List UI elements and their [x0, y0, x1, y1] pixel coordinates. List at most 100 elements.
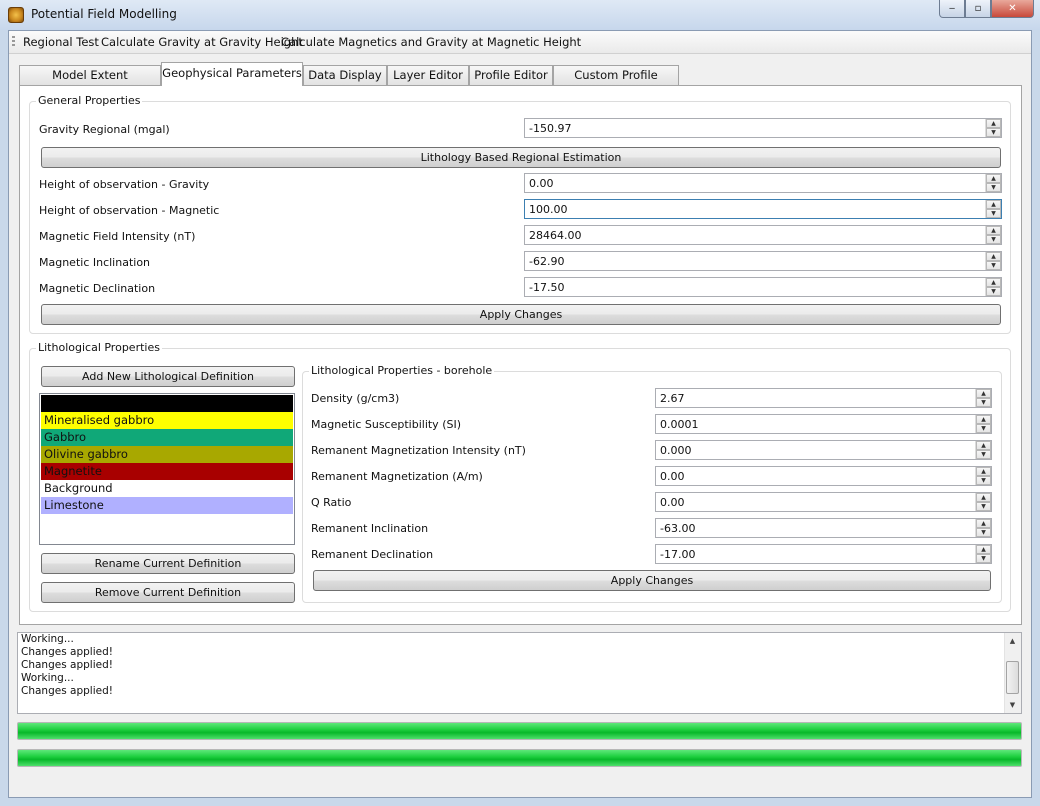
rem-am-stepper[interactable]: ▲ ▼	[975, 467, 991, 485]
window-title: Potential Field Modelling	[31, 7, 177, 21]
lithology-list[interactable]: Mineralised gabbro Gabbro Olivine gabbro Ma…	[39, 393, 295, 545]
magnetic-declination-stepper[interactable]: ▲ ▼	[985, 278, 1001, 296]
tab-profile-editor[interactable]: Profile Editor	[469, 65, 553, 85]
lithology-list-item[interactable]: Limestone	[41, 497, 293, 514]
height-gravity-stepper[interactable]: ▲ ▼	[985, 174, 1001, 192]
status-log[interactable]: Working... Changes applied! Changes applie…	[17, 632, 1022, 714]
spin-down-icon[interactable]: ▼	[976, 554, 991, 563]
add-lithological-definition-button[interactable]: Add New Lithological Definition	[41, 366, 295, 387]
minimize-button[interactable]: ‒	[939, 0, 965, 18]
spin-up-icon[interactable]: ▲	[986, 278, 1001, 287]
borehole-apply-changes-button[interactable]: Apply Changes	[313, 570, 991, 591]
rem-intensity-value: 0.000	[660, 444, 692, 457]
q-ratio-stepper[interactable]: ▲ ▼	[975, 493, 991, 511]
tab-geophysical-parameters[interactable]: Geophysical Parameters	[161, 62, 303, 86]
app-icon	[8, 7, 24, 23]
spin-down-icon[interactable]: ▼	[976, 476, 991, 485]
rem-inclination-label: Remanent Inclination	[311, 522, 429, 535]
spin-up-icon[interactable]: ▲	[976, 467, 991, 476]
magnetic-inclination-value: -62.90	[529, 255, 565, 268]
spin-up-icon[interactable]: ▲	[986, 226, 1001, 235]
field-intensity-stepper[interactable]: ▲ ▼	[985, 226, 1001, 244]
spin-up-icon[interactable]: ▲	[976, 389, 991, 398]
spin-down-icon[interactable]: ▼	[976, 528, 991, 537]
field-intensity-label: Magnetic Field Intensity (nT)	[39, 230, 196, 243]
rem-declination-label: Remanent Declination	[311, 548, 434, 561]
title-bar: Potential Field Modelling ‒ ▫ ✕	[0, 0, 1040, 30]
tab-data-display[interactable]: Data Display	[303, 65, 387, 85]
general-properties-group: General Properties Gravity Regional (mga…	[29, 94, 1011, 334]
spin-down-icon[interactable]: ▼	[986, 209, 1001, 218]
rem-declination-stepper[interactable]: ▲ ▼	[975, 545, 991, 563]
density-stepper[interactable]: ▲ ▼	[975, 389, 991, 407]
menu-calc-gravity[interactable]: Calculate Gravity at Gravity Height	[101, 35, 303, 49]
scroll-up-icon[interactable]: ▲	[1007, 635, 1018, 647]
susceptibility-field[interactable]: 0.0001 ▲ ▼	[655, 414, 992, 434]
menu-bar: Regional Test Calculate Gravity at Gravi…	[9, 31, 1031, 54]
density-field[interactable]: 2.67 ▲ ▼	[655, 388, 992, 408]
lithology-list-item[interactable]: Olivine gabbro	[41, 446, 293, 463]
menu-regional-test[interactable]: Regional Test	[23, 35, 99, 49]
progress-bar-1	[17, 722, 1022, 740]
height-gravity-field[interactable]: 0.00 ▲ ▼	[524, 173, 1002, 193]
spin-down-icon[interactable]: ▼	[986, 235, 1001, 244]
log-lines: Working... Changes applied! Changes applie…	[18, 633, 1021, 698]
magnetic-declination-field[interactable]: -17.50 ▲ ▼	[524, 277, 1002, 297]
rem-inclination-field[interactable]: -63.00 ▲ ▼	[655, 518, 992, 538]
rem-intensity-field[interactable]: 0.000 ▲ ▼	[655, 440, 992, 460]
height-magnetic-stepper[interactable]: ▲ ▼	[985, 200, 1001, 218]
rem-intensity-stepper[interactable]: ▲ ▼	[975, 441, 991, 459]
spin-up-icon[interactable]: ▲	[986, 200, 1001, 209]
gravity-regional-stepper[interactable]: ▲ ▼	[985, 119, 1001, 137]
rem-declination-field[interactable]: -17.00 ▲ ▼	[655, 544, 992, 564]
minimize-icon: ‒	[948, 3, 956, 14]
tab-custom-profile-viewer[interactable]: Custom Profile Viewer	[553, 65, 679, 101]
gravity-regional-field[interactable]: -150.97 ▲ ▼	[524, 118, 1002, 138]
tab-model-extent-parameters[interactable]: Model Extent Parameters	[19, 65, 161, 101]
lithology-list-item[interactable]	[41, 395, 293, 412]
spin-down-icon[interactable]: ▼	[986, 287, 1001, 296]
spin-up-icon[interactable]: ▲	[976, 519, 991, 528]
spin-up-icon[interactable]: ▲	[976, 415, 991, 424]
magnetic-inclination-field[interactable]: -62.90 ▲ ▼	[524, 251, 1002, 271]
susceptibility-stepper[interactable]: ▲ ▼	[975, 415, 991, 433]
log-scrollbar[interactable]: ▲ ▼	[1004, 633, 1021, 713]
spin-up-icon[interactable]: ▲	[976, 493, 991, 502]
height-magnetic-field[interactable]: 100.00 ▲ ▼	[524, 199, 1002, 219]
lithology-list-item[interactable]: Background	[41, 480, 293, 497]
general-properties-title: General Properties	[36, 94, 143, 107]
spin-down-icon[interactable]: ▼	[976, 398, 991, 407]
spin-up-icon[interactable]: ▲	[986, 119, 1001, 128]
general-apply-changes-button[interactable]: Apply Changes	[41, 304, 1001, 325]
remove-definition-button[interactable]: Remove Current Definition	[41, 582, 295, 603]
close-button[interactable]: ✕	[991, 0, 1034, 18]
tab-layer-editor[interactable]: Layer Editor	[387, 65, 469, 85]
scroll-thumb[interactable]	[1006, 661, 1019, 694]
lithology-list-item[interactable]: Gabbro	[41, 429, 293, 446]
magnetic-inclination-stepper[interactable]: ▲ ▼	[985, 252, 1001, 270]
magnetic-inclination-label: Magnetic Inclination	[39, 256, 151, 269]
gravity-regional-label: Gravity Regional (mgal)	[39, 123, 170, 136]
spin-up-icon[interactable]: ▲	[976, 545, 991, 554]
spin-up-icon[interactable]: ▲	[976, 441, 991, 450]
spin-down-icon[interactable]: ▼	[986, 128, 1001, 137]
maximize-button[interactable]: ▫	[965, 0, 991, 18]
toolbar-grip-icon[interactable]	[12, 36, 15, 48]
lithology-list-item[interactable]: Magnetite	[41, 463, 293, 480]
spin-down-icon[interactable]: ▼	[976, 502, 991, 511]
scroll-down-icon[interactable]: ▼	[1007, 699, 1018, 711]
spin-down-icon[interactable]: ▼	[986, 183, 1001, 192]
rename-definition-button[interactable]: Rename Current Definition	[41, 553, 295, 574]
spin-down-icon[interactable]: ▼	[976, 424, 991, 433]
rem-am-field[interactable]: 0.00 ▲ ▼	[655, 466, 992, 486]
spin-up-icon[interactable]: ▲	[986, 174, 1001, 183]
spin-up-icon[interactable]: ▲	[986, 252, 1001, 261]
spin-down-icon[interactable]: ▼	[976, 450, 991, 459]
rem-inclination-stepper[interactable]: ▲ ▼	[975, 519, 991, 537]
field-intensity-field[interactable]: 28464.00 ▲ ▼	[524, 225, 1002, 245]
spin-down-icon[interactable]: ▼	[986, 261, 1001, 270]
lithology-list-item[interactable]: Mineralised gabbro	[41, 412, 293, 429]
q-ratio-field[interactable]: 0.00 ▲ ▼	[655, 492, 992, 512]
lithology-regional-estimation-button[interactable]: Lithology Based Regional Estimation	[41, 147, 1001, 168]
menu-calc-magnetics-gravity[interactable]: Calculate Magnetics and Gravity at Magne…	[281, 35, 581, 49]
